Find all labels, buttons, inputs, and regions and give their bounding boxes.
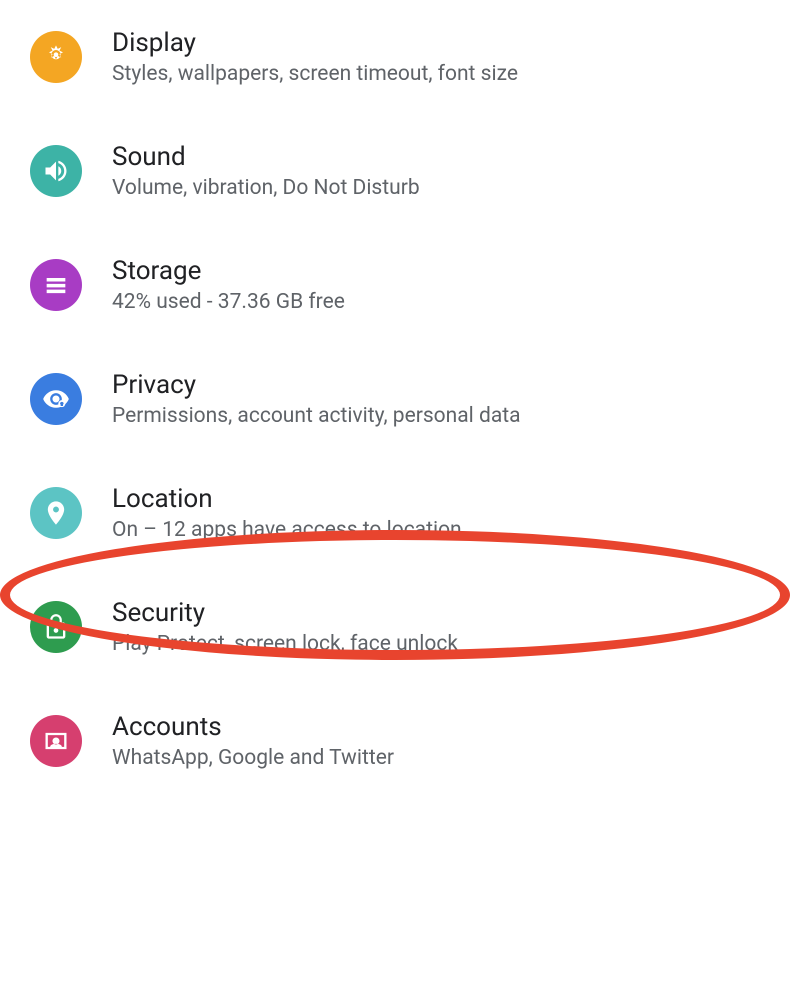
item-subtitle: Permissions, account activity, personal … — [112, 404, 521, 428]
settings-item-privacy[interactable]: Privacy Permissions, account activity, p… — [0, 342, 796, 456]
settings-list: Display Styles, wallpapers, screen timeo… — [0, 0, 796, 798]
text-container: Location On – 12 apps have access to loc… — [112, 484, 462, 542]
item-title: Storage — [112, 256, 345, 286]
item-title: Location — [112, 484, 462, 514]
settings-item-storage[interactable]: Storage 42% used - 37.36 GB free — [0, 228, 796, 342]
text-container: Sound Volume, vibration, Do Not Disturb — [112, 142, 420, 200]
settings-item-location[interactable]: Location On – 12 apps have access to loc… — [0, 456, 796, 570]
text-container: Accounts WhatsApp, Google and Twitter — [112, 712, 394, 770]
item-subtitle: On – 12 apps have access to location — [112, 518, 462, 542]
item-title: Accounts — [112, 712, 394, 742]
location-icon — [30, 487, 82, 539]
item-title: Security — [112, 598, 458, 628]
settings-item-security[interactable]: Security Play Protect, screen lock, face… — [0, 570, 796, 684]
storage-icon — [30, 259, 82, 311]
display-icon — [30, 31, 82, 83]
privacy-icon — [30, 373, 82, 425]
sound-icon — [30, 145, 82, 197]
text-container: Privacy Permissions, account activity, p… — [112, 370, 521, 428]
settings-item-display[interactable]: Display Styles, wallpapers, screen timeo… — [0, 0, 796, 114]
item-title: Sound — [112, 142, 420, 172]
settings-item-accounts[interactable]: Accounts WhatsApp, Google and Twitter — [0, 684, 796, 798]
security-icon — [30, 601, 82, 653]
text-container: Storage 42% used - 37.36 GB free — [112, 256, 345, 314]
item-subtitle: Play Protect, screen lock, face unlock — [112, 632, 458, 656]
settings-item-sound[interactable]: Sound Volume, vibration, Do Not Disturb — [0, 114, 796, 228]
item-subtitle: WhatsApp, Google and Twitter — [112, 746, 394, 770]
item-subtitle: Volume, vibration, Do Not Disturb — [112, 176, 420, 200]
item-subtitle: Styles, wallpapers, screen timeout, font… — [112, 62, 518, 86]
text-container: Security Play Protect, screen lock, face… — [112, 598, 458, 656]
item-title: Privacy — [112, 370, 521, 400]
text-container: Display Styles, wallpapers, screen timeo… — [112, 28, 518, 86]
item-subtitle: 42% used - 37.36 GB free — [112, 290, 345, 314]
item-title: Display — [112, 28, 518, 58]
accounts-icon — [30, 715, 82, 767]
